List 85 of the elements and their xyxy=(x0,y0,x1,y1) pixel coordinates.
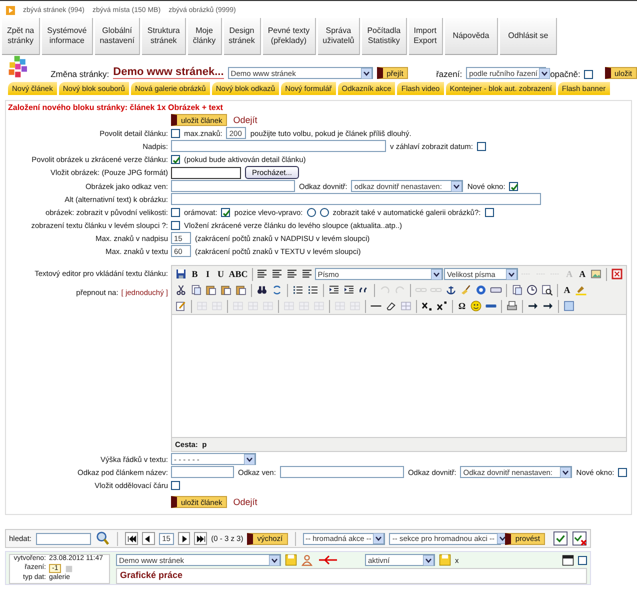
last-page-icon[interactable] xyxy=(194,532,208,545)
field-label: Změna stránky: xyxy=(50,69,110,79)
checkbox[interactable] xyxy=(584,70,594,79)
dropdown-arrow-icon xyxy=(423,554,434,566)
nav-button[interactable]: Odhlásit se xyxy=(500,18,558,55)
broom-icon[interactable] xyxy=(459,283,473,297)
nav-button[interactable]: Pevné texty (překlady) xyxy=(262,18,316,55)
pen-icon[interactable] xyxy=(174,299,188,313)
format-button[interactable]: U xyxy=(214,267,227,281)
form-title: Založení nového bloku stránky: článek 1x Obrázek + text xyxy=(7,103,224,112)
radio-button[interactable] xyxy=(306,208,316,216)
dropdown-arrow-icon xyxy=(360,68,372,78)
check-all-icon[interactable] xyxy=(553,531,568,546)
clock-icon[interactable] xyxy=(525,283,539,297)
first-page-icon[interactable] xyxy=(125,532,138,545)
checkbox[interactable] xyxy=(618,468,628,476)
previous-page-icon[interactable] xyxy=(142,532,155,545)
clipboard-icon[interactable] xyxy=(219,283,233,297)
nav-button[interactable]: Systémové informace xyxy=(42,18,93,55)
next-page-icon[interactable] xyxy=(178,532,190,545)
format-button[interactable]: A xyxy=(576,267,588,281)
arrow-icon xyxy=(6,6,15,15)
doc-icon[interactable] xyxy=(189,283,203,297)
checkbox[interactable] xyxy=(171,154,180,164)
input-field[interactable] xyxy=(171,166,241,178)
dropdown-arrow-icon xyxy=(451,180,462,192)
square-icon[interactable] xyxy=(562,299,576,313)
input-field[interactable] xyxy=(171,140,386,152)
field-label: řazení: xyxy=(436,69,462,79)
dropdown-arrow-icon xyxy=(373,533,384,544)
uncheck-all-icon[interactable] xyxy=(572,531,587,546)
input-field[interactable] xyxy=(171,193,541,205)
scissors-icon[interactable] xyxy=(174,283,188,297)
checkbox[interactable] xyxy=(578,556,587,564)
search-field[interactable] xyxy=(36,532,92,544)
cubes-logo xyxy=(8,55,29,79)
picture-icon[interactable] xyxy=(589,267,604,281)
checkbox[interactable] xyxy=(171,128,180,138)
checkbox[interactable] xyxy=(484,208,494,216)
dropdown-arrow-icon xyxy=(244,454,255,464)
checkbox[interactable] xyxy=(171,220,180,230)
item-title: Grafické práce xyxy=(116,568,587,584)
printer-icon[interactable] xyxy=(505,299,519,313)
dropdown-arrow-icon xyxy=(539,68,550,78)
smiley-icon[interactable] xyxy=(469,299,483,313)
input-field[interactable] xyxy=(280,466,404,478)
checkbox[interactable] xyxy=(509,182,518,190)
input-field[interactable] xyxy=(171,180,295,192)
person-icon[interactable] xyxy=(301,554,313,566)
dropdown-arrow-icon xyxy=(506,268,517,280)
redbox-icon[interactable] xyxy=(610,267,624,281)
checkbox[interactable] xyxy=(476,142,486,150)
cancel-link[interactable]: Odejít xyxy=(233,497,258,507)
nav-button[interactable]: Nápověda xyxy=(444,18,498,55)
nav-button[interactable]: Počítadla Statistiky xyxy=(362,18,407,55)
calendar-icon[interactable] xyxy=(562,554,574,566)
clipboard-icon[interactable] xyxy=(234,283,248,297)
format-button[interactable]: I xyxy=(202,267,214,281)
checkbox[interactable] xyxy=(221,208,230,216)
doc-icon[interactable] xyxy=(510,283,524,297)
nav-button[interactable]: Zpět na stránky xyxy=(2,18,40,55)
radio-button[interactable] xyxy=(320,208,329,216)
nav-button[interactable]: Globální nastavení xyxy=(94,18,140,55)
checkbox[interactable] xyxy=(171,480,180,490)
checkbox[interactable] xyxy=(171,208,180,216)
superscript-icon[interactable] xyxy=(435,299,449,313)
page-title: Demo www stránek... xyxy=(113,66,224,79)
nav-button[interactable]: Import Export xyxy=(408,18,443,55)
dropdown-arrow-icon xyxy=(269,554,280,566)
nav-button[interactable]: Design stránek xyxy=(224,18,261,55)
dropdown-arrow-icon xyxy=(560,466,572,478)
dropdown-arrow-icon xyxy=(430,268,442,280)
field-label: opačně: xyxy=(550,69,580,79)
nav-button[interactable]: Struktura stránek xyxy=(142,18,186,55)
search-icon[interactable] xyxy=(95,531,110,546)
nav-button[interactable]: Moje články xyxy=(188,18,222,55)
nav-button[interactable]: Správa uživatelů xyxy=(318,18,360,55)
input-field[interactable] xyxy=(171,466,234,478)
format-button[interactable]: B xyxy=(188,267,201,281)
format-button[interactable]: ABC xyxy=(228,267,249,281)
clipboard-icon[interactable] xyxy=(204,283,218,297)
cancel-link[interactable]: Odejít xyxy=(233,115,258,125)
format-button[interactable]: Ω xyxy=(456,299,468,313)
magnifier-icon[interactable] xyxy=(540,283,554,297)
format-button[interactable]: A xyxy=(561,283,573,297)
